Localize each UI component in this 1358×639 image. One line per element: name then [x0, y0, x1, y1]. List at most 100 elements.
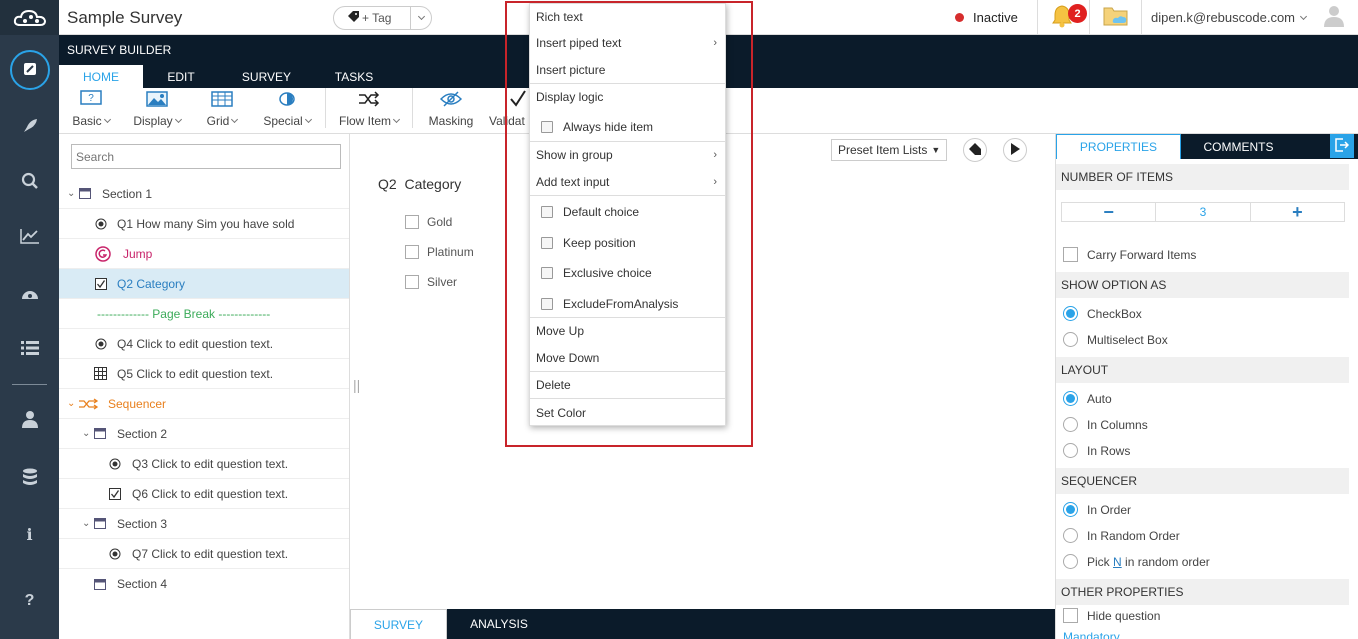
tree-section-4[interactable]: Section 4 — [59, 569, 349, 599]
nav-list-button[interactable] — [0, 334, 59, 364]
tab-properties[interactable]: PROPERTIES — [1056, 134, 1181, 159]
layout-rows-option[interactable]: In Rows — [1063, 443, 1130, 458]
menu-checkbox[interactable] — [541, 298, 553, 310]
radio-button[interactable] — [1063, 332, 1078, 347]
preset-item-lists-dropdown[interactable]: Preset Item Lists ▼ — [831, 139, 948, 161]
tab-comments[interactable]: COMMENTS — [1181, 134, 1296, 159]
number-of-items-value[interactable]: 3 — [1156, 203, 1251, 221]
preview-button[interactable] — [1003, 138, 1027, 162]
tab-edit[interactable]: EDIT — [143, 65, 219, 88]
menu-item-default-choice[interactable]: Default choice — [530, 199, 725, 225]
flow-item-button[interactable]: Flow Item — [332, 90, 406, 130]
menu-item-show-in-group[interactable]: Show in group › — [530, 142, 725, 168]
sequencer-in-order-option[interactable]: In Order — [1063, 502, 1131, 517]
layout-auto-option[interactable]: Auto — [1063, 391, 1112, 406]
basic-button[interactable]: ? Basic — [67, 90, 115, 130]
panel-exit-button[interactable] — [1330, 134, 1354, 158]
show-as-checkbox-option[interactable]: CheckBox — [1063, 306, 1142, 321]
tab-analysis[interactable]: ANALYSIS — [447, 609, 551, 639]
tree-sequencer[interactable]: ⌄ Sequencer — [59, 389, 349, 419]
decrement-button[interactable]: − — [1062, 202, 1157, 222]
nav-launch-button[interactable] — [0, 112, 59, 142]
tab-survey-view[interactable]: SURVEY — [350, 609, 447, 639]
survey-status[interactable]: Inactive — [955, 10, 1018, 25]
nav-dashboard-button[interactable] — [0, 279, 59, 309]
masking-button[interactable]: Masking — [425, 90, 477, 130]
menu-item-move-down[interactable]: Move Down — [530, 345, 725, 371]
tree-search-input[interactable] — [71, 144, 341, 169]
menu-checkbox[interactable] — [541, 121, 553, 133]
tab-home[interactable]: HOME — [59, 65, 143, 88]
nav-reports-button[interactable] — [0, 222, 59, 252]
special-button[interactable]: Special — [258, 90, 316, 130]
chevron-down-icon[interactable]: ⌄ — [82, 518, 90, 529]
chevron-down-icon[interactable]: ⌄ — [67, 398, 75, 409]
radio-button[interactable] — [1063, 443, 1078, 458]
choice-option[interactable]: Silver — [405, 275, 457, 289]
menu-item-delete[interactable]: Delete — [530, 372, 725, 398]
menu-item-add-text-input[interactable]: Add text input › — [530, 169, 725, 195]
folder-icon[interactable] — [1103, 5, 1129, 30]
grid-button[interactable]: Grid — [201, 90, 243, 130]
chevron-down-icon[interactable]: ⌄ — [82, 428, 90, 439]
nav-search-button[interactable] — [0, 167, 59, 197]
carry-forward-option[interactable]: Carry Forward Items — [1063, 247, 1196, 262]
tree-question-q6[interactable]: Q6 Click to edit question text. — [59, 479, 349, 509]
option-label[interactable]: Gold — [427, 215, 452, 229]
menu-item-set-color[interactable]: Set Color — [530, 400, 725, 426]
tree-question-q3[interactable]: Q3 Click to edit question text. — [59, 449, 349, 479]
avatar[interactable] — [1324, 5, 1344, 30]
tree-section-1[interactable]: ⌄ Section 1 — [59, 179, 349, 209]
tree-jump[interactable]: Jump — [59, 239, 349, 269]
app-logo[interactable] — [0, 0, 59, 35]
display-button[interactable]: Display — [127, 90, 187, 130]
tab-survey[interactable]: SURVEY — [219, 65, 314, 88]
hide-question-checkbox[interactable] — [1063, 608, 1078, 623]
survey-title[interactable]: Sample Survey — [67, 8, 182, 28]
option-checkbox[interactable] — [405, 275, 419, 289]
sequencer-random-option[interactable]: In Random Order — [1063, 528, 1180, 543]
menu-item-rich-text[interactable]: Rich text — [530, 4, 725, 30]
hide-question-option[interactable]: Hide question — [1063, 608, 1160, 623]
tree-question-q2[interactable]: Q2 Category — [59, 269, 349, 299]
carry-forward-checkbox[interactable] — [1063, 247, 1078, 262]
menu-item-keep-position[interactable]: Keep position — [530, 230, 725, 256]
nav-edit-button[interactable] — [0, 50, 59, 90]
radio-button[interactable] — [1063, 417, 1078, 432]
menu-item-insert-picture[interactable]: Insert picture — [530, 57, 725, 83]
radio-button[interactable] — [1063, 528, 1078, 543]
nav-help-button[interactable]: ? — [0, 586, 59, 616]
radio-button[interactable] — [1063, 502, 1078, 517]
tab-tasks[interactable]: TASKS — [314, 65, 394, 88]
nav-users-button[interactable] — [0, 405, 59, 435]
resize-grip-icon[interactable]: || — [353, 377, 360, 393]
tree-question-q4[interactable]: Q4 Click to edit question text. — [59, 329, 349, 359]
menu-item-exclusive-choice[interactable]: Exclusive choice — [530, 260, 725, 286]
question-title[interactable]: Q2 Category — [378, 176, 461, 192]
radio-button[interactable] — [1063, 391, 1078, 406]
radio-button[interactable] — [1063, 306, 1078, 321]
menu-item-display-logic[interactable]: Display logic — [530, 84, 725, 110]
nav-info-button[interactable]: i — [0, 519, 59, 549]
menu-checkbox[interactable] — [541, 206, 553, 218]
menu-item-insert-piped-text[interactable]: Insert piped text › — [530, 30, 725, 56]
menu-checkbox[interactable] — [541, 237, 553, 249]
option-label[interactable]: Silver — [427, 275, 457, 289]
menu-item-move-up[interactable]: Move Up — [530, 318, 725, 344]
pick-n-link[interactable]: N — [1113, 555, 1122, 569]
choice-option[interactable]: Platinum — [405, 245, 474, 259]
menu-item-always-hide[interactable]: Always hide item — [530, 114, 725, 140]
tag-item-button[interactable] — [963, 138, 987, 162]
tree-question-q1[interactable]: Q1 How many Sim you have sold — [59, 209, 349, 239]
tree-section-3[interactable]: ⌄ Section 3 — [59, 509, 349, 539]
validation-button[interactable]: Validat — [487, 90, 533, 130]
increment-button[interactable]: + — [1251, 202, 1344, 222]
tree-question-q7[interactable]: Q7 Click to edit question text. — [59, 539, 349, 569]
tag-button[interactable]: + Tag — [333, 6, 432, 30]
tree-question-q5[interactable]: Q5 Click to edit question text. — [59, 359, 349, 389]
mandatory-link[interactable]: Mandatory — [1063, 630, 1120, 639]
question-text[interactable]: Category — [404, 176, 461, 192]
menu-checkbox[interactable] — [541, 267, 553, 279]
number-of-items-stepper[interactable]: − 3 + — [1061, 202, 1345, 222]
tree-section-2[interactable]: ⌄ Section 2 — [59, 419, 349, 449]
